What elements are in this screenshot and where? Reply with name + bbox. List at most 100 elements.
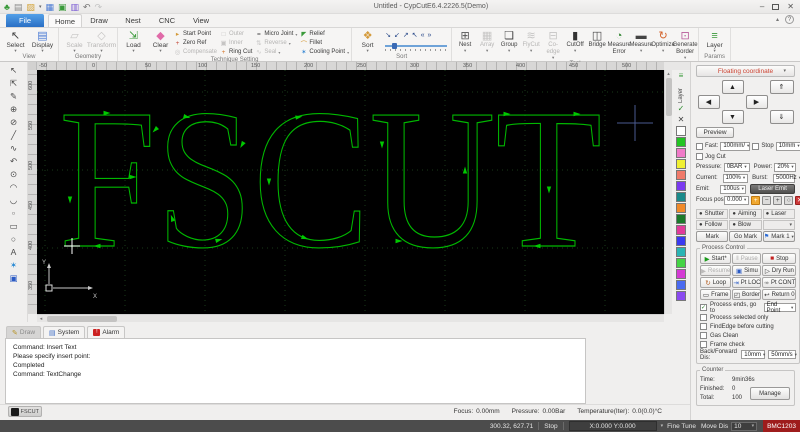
layer-swatch[interactable]: [676, 258, 686, 268]
process-ends-select[interactable]: End Point ▾: [763, 302, 797, 314]
layer-swatch[interactable]: [676, 247, 686, 257]
frame-button[interactable]: ▭ Frame: [700, 289, 732, 300]
sort-slider[interactable]: [385, 42, 448, 51]
seal-button[interactable]: ∿ Seal ▾: [255, 48, 297, 56]
co-edge-button[interactable]: ⊟ Co-edge ▾: [542, 29, 564, 60]
measure-error-button[interactable]: ◔ Measure Error: [607, 29, 630, 56]
save-icon[interactable]: ▥: [70, 1, 79, 13]
array-button[interactable]: ▦ Array ▾: [476, 29, 498, 53]
focus-pos-input[interactable]: 0.000 ▾: [724, 195, 750, 205]
sort-dir-4-icon[interactable]: ↖: [412, 31, 418, 39]
layer-swatch[interactable]: [676, 269, 686, 279]
circle-tool-icon[interactable]: ○: [11, 233, 16, 246]
start-button[interactable]: ▶ Start*: [700, 253, 732, 264]
process-ends-checkbox[interactable]: ✓: [700, 304, 707, 311]
open-dropdown-icon[interactable]: ▾: [39, 1, 42, 13]
tab-log-alarm[interactable]: ! Alarm: [87, 326, 126, 338]
zoom-tool-icon[interactable]: ⊘: [10, 116, 17, 129]
power-select[interactable]: 20% ▾: [774, 162, 797, 172]
findedge-checkbox[interactable]: [700, 323, 707, 330]
sort-prev-icon[interactable]: «: [421, 32, 425, 39]
sort-dir-2-icon[interactable]: ↙: [394, 31, 400, 39]
bridge-button[interactable]: ◫ Bridge: [586, 29, 608, 49]
go-mark-button[interactable]: Go Mark: [729, 231, 762, 242]
layer-swatch[interactable]: [676, 170, 686, 180]
layer-swatch[interactable]: [676, 225, 686, 235]
layer-button[interactable]: ≡ Layer ▾: [701, 29, 728, 53]
focus-close-button[interactable]: ✕: [795, 195, 800, 205]
laser-head-down-button[interactable]: ⇓: [769, 110, 794, 124]
dry-run-button[interactable]: ▷ Dry Run: [762, 265, 797, 276]
frame-check-checkbox[interactable]: [700, 341, 707, 348]
sort-next-icon[interactable]: »: [428, 32, 432, 39]
help-icon[interactable]: ?: [785, 15, 794, 24]
load-button[interactable]: ⇲ Load ▾: [120, 29, 147, 53]
current-select[interactable]: 100% ▾: [722, 173, 749, 183]
back-distance-select[interactable]: 10mm ▾: [741, 350, 766, 359]
rectangle-tool-icon[interactable]: ▭: [9, 220, 17, 233]
command-log[interactable]: Command: Insert Text Please specify inse…: [5, 338, 586, 404]
follow-toggle[interactable]: ● Follow: [696, 220, 729, 230]
sort-dir-3-icon[interactable]: ↗: [403, 31, 409, 39]
line-tool-icon[interactable]: ╱: [11, 129, 16, 142]
new-file-icon[interactable]: ▤: [14, 1, 23, 13]
aiming-toggle[interactable]: ● Aiming: [729, 209, 762, 219]
zero-ref-button[interactable]: + Zero Ref: [174, 39, 217, 47]
laser-toggle[interactable]: ● Laser: [762, 209, 795, 219]
blow-options-dropdown[interactable]: ▾: [762, 220, 795, 230]
resume-button[interactable]: ▶ Resume: [700, 265, 732, 276]
jog-down-button[interactable]: ▼: [721, 110, 744, 124]
layer-swatch[interactable]: [676, 214, 686, 224]
tab-log-draw[interactable]: ✎ Draw: [6, 326, 42, 338]
group-button[interactable]: ❏ Group ▾: [498, 29, 520, 53]
measure-button[interactable]: ▬ Measure ▾: [629, 29, 652, 53]
layer-swatch[interactable]: [676, 192, 686, 202]
pt-cont-button[interactable]: ↠ Pt CONT: [762, 277, 797, 288]
image-tool-icon[interactable]: ▣: [9, 272, 17, 285]
layer-swatch[interactable]: [676, 236, 686, 246]
node-edit-tool-icon[interactable]: ⇱: [10, 77, 17, 90]
point-tool-icon[interactable]: ▫: [12, 207, 15, 220]
layer-swatch[interactable]: [676, 148, 686, 158]
preview-button[interactable]: Preview: [696, 127, 734, 138]
scroll-left-icon[interactable]: ◂: [37, 316, 45, 322]
forward-speed-select[interactable]: 50mm/s ▾: [768, 350, 797, 359]
simu-button[interactable]: ▣ Simu: [732, 265, 762, 276]
display-button[interactable]: ▤ Display ▾: [29, 29, 56, 53]
layer-swatch[interactable]: [676, 159, 686, 169]
laser-head-up-button[interactable]: ⇑: [769, 80, 794, 94]
flycut-button[interactable]: ≋ FlyCut ▾: [520, 29, 542, 53]
jog-cut-checkbox[interactable]: [696, 153, 703, 160]
text-tool-icon[interactable]: A: [11, 246, 17, 259]
micro-joint-button[interactable]: = Micro Joint ▾: [255, 30, 297, 38]
emit-select[interactable]: 100us ▾: [720, 184, 747, 194]
generate-border-button[interactable]: ⊡ Generate Border ▾: [673, 29, 698, 60]
optimize-button[interactable]: ↻ Optimize ▾: [651, 29, 675, 53]
layer-swatch[interactable]: [676, 280, 686, 290]
stop-select[interactable]: 10mm ▾: [775, 141, 800, 151]
fast-checkbox[interactable]: [696, 142, 703, 150]
compensate-button[interactable]: ◎ Compensate: [174, 48, 217, 56]
focus-plus-button[interactable]: +: [751, 195, 761, 205]
return-zero-button[interactable]: ↩ Return 0: [762, 289, 797, 300]
manage-button[interactable]: Manage: [750, 387, 790, 400]
border-button[interactable]: ◰ Border: [732, 289, 762, 300]
layer-swatch[interactable]: [676, 203, 686, 213]
outer-button[interactable]: □ Outer: [220, 30, 252, 38]
scroll-up-icon[interactable]: ▴: [667, 70, 670, 78]
jog-left-button[interactable]: ◀: [697, 95, 720, 109]
vertical-scroll-thumb[interactable]: [665, 78, 672, 116]
focus-minus-button[interactable]: −: [762, 195, 772, 205]
sort-button[interactable]: ❖ Sort ▾: [354, 29, 381, 53]
layer-swatch-white[interactable]: [676, 126, 686, 136]
focus-add-button[interactable]: +: [773, 195, 783, 205]
start-point-button[interactable]: ▸ Start Point: [174, 30, 217, 38]
fillet-button[interactable]: ⌒ Fillet: [300, 39, 349, 48]
layer-swatch[interactable]: [676, 181, 686, 191]
move-dis-select[interactable]: 10 ▾: [731, 421, 758, 431]
horizontal-scrollbar[interactable]: ◂: [37, 314, 664, 322]
tab-file[interactable]: File: [6, 14, 44, 27]
cutoff-button[interactable]: ▮ CutOff ▾: [564, 29, 586, 53]
vertical-scrollbar[interactable]: ▴: [664, 70, 672, 314]
tab-home[interactable]: Home: [48, 14, 83, 27]
